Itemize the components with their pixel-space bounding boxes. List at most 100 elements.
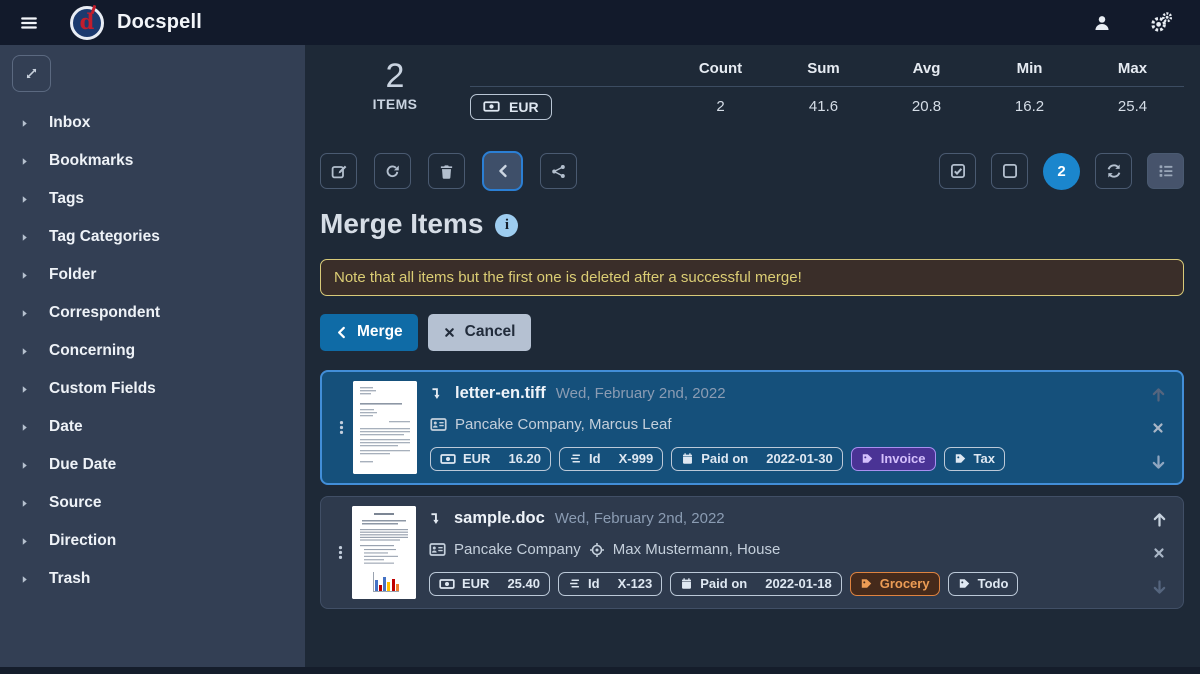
sidebar-item-label: Due Date (49, 456, 116, 474)
drag-handle[interactable] (332, 381, 350, 474)
page-title-row: Merge Items i (320, 208, 1184, 240)
sidebar-item-label: Bookmarks (49, 152, 133, 170)
sidebar-item-folder[interactable]: Folder (12, 256, 305, 294)
file-thumbnail (352, 506, 416, 599)
currency-label: EUR (509, 99, 539, 115)
trash-icon (439, 164, 454, 179)
stats-col-count: Count (669, 60, 772, 77)
amount-value: 16.20 (508, 451, 541, 466)
selected-count-badge: 2 (1043, 153, 1080, 190)
id-label: Id (589, 451, 601, 466)
stream-icon (568, 577, 581, 590)
item-reorder-controls (1144, 381, 1172, 474)
select-mode-button[interactable] (1147, 153, 1184, 189)
square-icon (1002, 163, 1018, 179)
sidebar-item-source[interactable]: Source (12, 484, 305, 522)
close-icon (443, 326, 456, 339)
money-bill-icon (483, 98, 500, 115)
brand: d Docspell (70, 6, 202, 40)
app-title: Docspell (117, 11, 202, 34)
arrow-up-icon (1151, 511, 1168, 528)
sidebar-item-date[interactable]: Date (12, 408, 305, 446)
select-all-button[interactable] (939, 153, 976, 189)
settings-button[interactable] (1145, 11, 1178, 34)
sidebar-item-inbox[interactable]: Inbox (12, 104, 305, 142)
amount-badge: EUR 25.40 (429, 572, 550, 596)
stat-min-value: 16.2 (978, 98, 1081, 115)
main-content: 2 ITEMS Count Sum Avg Min Max EUR (305, 45, 1200, 667)
money-bill-icon (440, 451, 456, 467)
item-concerning: Max Mustermann, House (613, 541, 781, 558)
id-value: X-999 (619, 451, 654, 466)
sidebar-item-tags[interactable]: Tags (12, 180, 305, 218)
caret-right-icon (19, 194, 30, 205)
sidebar-item-correspondent[interactable]: Correspondent (12, 294, 305, 332)
cancel-button-label: Cancel (465, 323, 516, 341)
id-badge: Id X-123 (558, 572, 662, 596)
merge-item-list: letter-en.tiff Wed, February 2nd, 2022 P… (320, 370, 1184, 609)
move-up-button[interactable] (1150, 386, 1167, 403)
paid-date: 2022-01-18 (765, 576, 832, 591)
merge-button[interactable]: Merge (320, 314, 418, 351)
paid-date: 2022-01-30 (766, 451, 833, 466)
sidebar-item-tag-categories[interactable]: Tag Categories (12, 218, 305, 256)
paid-label: Paid on (700, 576, 747, 591)
arrow-down-icon (1150, 454, 1167, 471)
merge-items-button[interactable] (482, 151, 523, 191)
item-card-sample-doc[interactable]: sample.doc Wed, February 2nd, 2022 Panca… (320, 496, 1184, 609)
chevron-left-icon (335, 326, 348, 339)
sync-icon (1106, 163, 1122, 179)
move-down-button[interactable] (1151, 579, 1168, 596)
merge-warning-note: Note that all items but the first one is… (320, 259, 1184, 296)
move-down-button[interactable] (1150, 454, 1167, 471)
sidebar-item-due-date[interactable]: Due Date (12, 446, 305, 484)
sidebar-item-bookmarks[interactable]: Bookmarks (12, 142, 305, 180)
sidebar-item-label: Tag Categories (49, 228, 160, 246)
drag-handle[interactable] (331, 506, 349, 599)
stats-col-max: Max (1081, 60, 1184, 77)
edit-items-button[interactable] (320, 153, 357, 189)
caret-right-icon (19, 346, 30, 357)
user-menu-button[interactable] (1087, 13, 1117, 33)
refresh-button[interactable] (1095, 153, 1132, 189)
move-up-button[interactable] (1151, 511, 1168, 528)
user-icon (1093, 14, 1111, 32)
remove-from-merge-button[interactable] (1151, 421, 1165, 435)
sidebar-item-label: Source (49, 494, 102, 512)
stats-col-avg: Avg (875, 60, 978, 77)
file-thumbnail (353, 381, 417, 474)
tag-icon (958, 577, 971, 590)
amount-value: 25.40 (507, 576, 540, 591)
sidebar-item-label: Correspondent (49, 304, 160, 322)
sidebar-item-direction[interactable]: Direction (12, 522, 305, 560)
sidebar-collapse-button[interactable] (12, 55, 51, 92)
sidebar-item-custom-fields[interactable]: Custom Fields (12, 370, 305, 408)
sidebar: Inbox Bookmarks Tags Tag Categories Fold… (0, 45, 305, 667)
sidebar-item-concerning[interactable]: Concerning (12, 332, 305, 370)
items-count: 2 (320, 59, 470, 95)
list-settings-icon (1158, 163, 1174, 179)
caret-right-icon (19, 384, 30, 395)
hamburger-menu-button[interactable] (14, 8, 44, 38)
sidebar-item-label: Concerning (49, 342, 135, 360)
merge-button-label: Merge (357, 323, 403, 341)
stat-count-value: 2 (669, 98, 772, 115)
item-card-letter-en[interactable]: letter-en.tiff Wed, February 2nd, 2022 P… (320, 370, 1184, 485)
delete-items-button[interactable] (428, 153, 465, 189)
remove-from-merge-button[interactable] (1152, 546, 1166, 560)
tag-badge-todo: Todo (948, 572, 1019, 596)
sidebar-item-trash[interactable]: Trash (12, 560, 305, 598)
page-title: Merge Items (320, 208, 483, 240)
crosshairs-icon (589, 542, 605, 558)
reprocess-button[interactable] (374, 153, 411, 189)
calendar-icon (681, 452, 694, 465)
share-items-button[interactable] (540, 153, 577, 189)
arrow-down-icon (1151, 579, 1168, 596)
tag-label: Grocery (880, 576, 930, 591)
paid-label: Paid on (701, 451, 748, 466)
cancel-button[interactable]: Cancel (428, 314, 531, 351)
info-icon[interactable]: i (495, 214, 518, 237)
id-badge: Id X-999 (559, 447, 663, 471)
deselect-all-button[interactable] (991, 153, 1028, 189)
sidebar-item-label: Tags (49, 190, 84, 208)
